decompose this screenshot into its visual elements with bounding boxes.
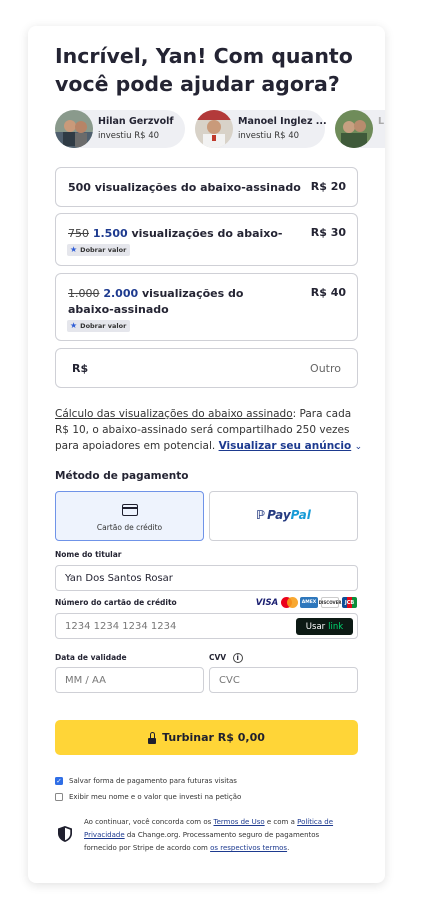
supporter-action: investiu R$ 40 [238, 131, 300, 141]
currency-label: R$ [72, 362, 89, 375]
option-price: R$ 30 [310, 226, 346, 239]
terms-text: Ao continuar, você concorda com os Termo… [84, 816, 349, 855]
chevron-down-icon: ⌄ [354, 442, 363, 452]
terms-text-4: . [287, 844, 290, 852]
amount-option-20[interactable]: 500 visualizações do abaixo-assinado R$ … [55, 167, 358, 207]
amount-option-30[interactable]: 750 1.500 visualizações do abaixo-assina… [55, 213, 358, 266]
holder-name-input[interactable] [55, 565, 358, 591]
page-title: Incrível, Yan! Com quanto você pode ajud… [55, 44, 353, 96]
payment-method-title: Método de pagamento [55, 470, 189, 482]
card-brands: VISA AMEX DISCOVER JCB [256, 597, 357, 608]
double-badge: ★ Dobrar valor [67, 320, 131, 332]
terms-of-use-link[interactable]: Termos de Uso [213, 818, 264, 826]
supporters-carousel[interactable]: Hilan Gerzvolf investiu R$ 40 Manoel Ing… [55, 110, 385, 148]
paypal-method-button[interactable]: ℙ PayPal [209, 491, 358, 541]
credit-card-method-button[interactable]: Cartão de crédito [55, 491, 204, 541]
old-views: 750 [68, 227, 89, 240]
avatar [195, 110, 233, 148]
calc-link[interactable]: Cálculo das visualizações do abaixo assi… [55, 408, 293, 420]
star-icon: ★ [70, 321, 78, 330]
submit-label: Turbinar R$ 0,00 [162, 731, 265, 744]
checkbox-unchecked[interactable] [55, 793, 63, 801]
option-price: R$ 20 [310, 180, 346, 193]
other-placeholder: Outro [310, 362, 341, 375]
option-label: 500 visualizações do abaixo-assinado [68, 181, 301, 194]
checkbox-checked[interactable] [55, 777, 63, 785]
amount-option-40[interactable]: 1.000 2.000 visualizações do abaixo-assi… [55, 273, 358, 341]
discover-icon: DISCOVER [319, 597, 341, 608]
supporter-chip: L [335, 110, 385, 148]
views-calculation-text: Cálculo das visualizações do abaixo assi… [55, 406, 365, 455]
option-label: 1.000 2.000 visualizações do abaixo-assi… [68, 286, 288, 318]
paypal-icon: ℙ [256, 508, 266, 522]
jcb-icon: JCB [342, 597, 357, 608]
info-icon[interactable]: i [232, 653, 243, 663]
stripe-terms-link[interactable]: os respectivos termos [210, 844, 287, 852]
preview-ad-link[interactable]: Visualizar seu anúncio [219, 440, 352, 452]
new-views: 1.500 [92, 227, 128, 240]
visa-icon: VISA [255, 597, 279, 608]
terms-text-1: Ao continuar, você concorda com os [84, 818, 214, 826]
paypal-word-1: Pay [267, 508, 291, 522]
custom-amount-input[interactable]: R$ Outro [55, 348, 358, 388]
show-name-checkbox[interactable]: Exibir meu nome e o valor que investi na… [55, 793, 241, 801]
terms-text-2: e com a [264, 818, 298, 826]
supporter-name: Hilan Gerzvolf [98, 116, 174, 127]
expiry-input[interactable] [55, 667, 204, 693]
donation-card: Incrível, Yan! Com quanto você pode ajud… [28, 26, 385, 883]
link-brand: link [328, 621, 344, 632]
credit-card-label: Cartão de crédito [96, 523, 163, 532]
expiry-label: Data de validade [55, 653, 127, 662]
new-views: 2.000 [103, 287, 139, 300]
lock-icon [148, 731, 157, 744]
star-icon: ★ [70, 245, 78, 254]
paypal-word-2: Pal [290, 508, 311, 522]
checkbox-label: Exibir meu nome e o valor que investi na… [69, 793, 242, 801]
option-price: R$ 40 [310, 286, 346, 299]
holder-name-label: Nome do titular [55, 550, 122, 559]
mastercard-icon [281, 597, 298, 608]
double-badge: ★ Dobrar valor [67, 244, 131, 256]
use-link-button[interactable]: Usar link [296, 618, 353, 635]
amex-icon: AMEX [300, 597, 318, 608]
old-views: 1.000 [68, 287, 100, 300]
save-payment-checkbox[interactable]: Salvar forma de pagamento para futuras v… [55, 777, 237, 785]
cvv-label: CVV [209, 653, 227, 662]
checkbox-label: Salvar forma de pagamento para futuras v… [69, 777, 237, 785]
supporter-name: L [378, 116, 385, 127]
supporter-name: Manoel Inglez ... [238, 116, 327, 127]
badge-label: Dobrar valor [80, 246, 127, 254]
badge-label: Dobrar valor [80, 322, 127, 330]
link-button-label: Usar [305, 621, 326, 632]
cvv-label-wrap: CVV i [209, 653, 243, 663]
card-number-label: Número do cartão de crédito [55, 598, 177, 607]
cvc-input[interactable] [209, 667, 358, 693]
paypal-logo: ℙ PayPal [210, 508, 357, 522]
submit-button[interactable]: Turbinar R$ 0,00 [55, 720, 358, 755]
supporter-chip: Hilan Gerzvolf investiu R$ 40 [55, 110, 185, 148]
avatar [55, 110, 93, 148]
supporter-action: investiu R$ 40 [98, 131, 160, 141]
avatar [335, 110, 373, 148]
supporter-chip: Manoel Inglez ... investiu R$ 40 [195, 110, 327, 148]
shield-icon [58, 826, 72, 842]
credit-card-icon [122, 504, 138, 516]
